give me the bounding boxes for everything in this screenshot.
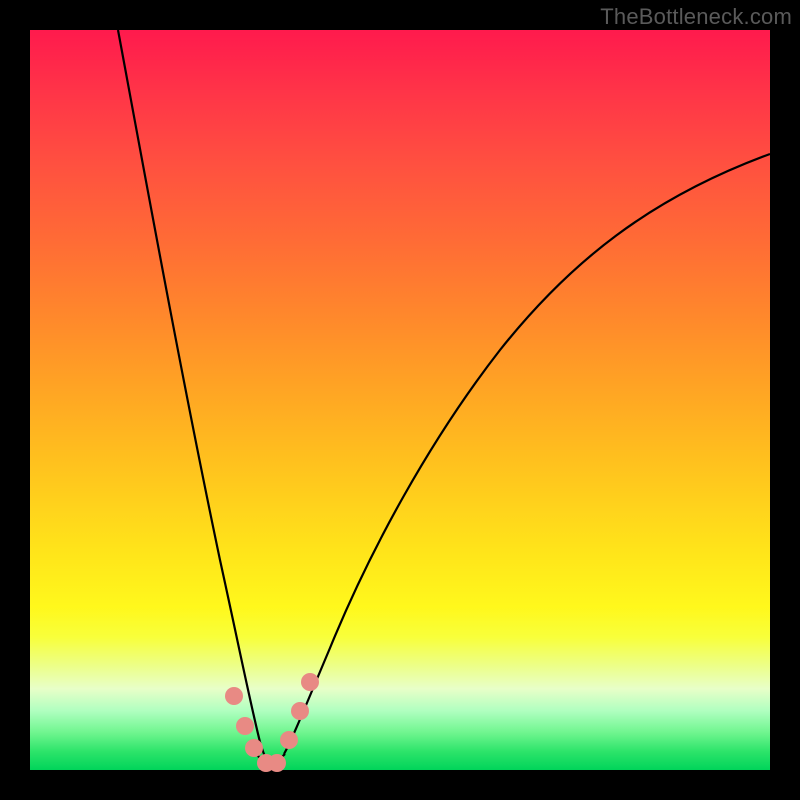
marker-dot — [301, 673, 319, 691]
marker-dot — [236, 717, 254, 735]
v-curve-left — [118, 30, 272, 767]
curve-layer — [30, 30, 770, 770]
marker-dot — [225, 687, 243, 705]
v-curve-right — [284, 154, 770, 754]
marker-dot — [280, 731, 298, 749]
valley-markers — [225, 673, 319, 772]
marker-dot — [245, 739, 263, 757]
chart-frame: TheBottleneck.com — [0, 0, 800, 800]
plot-area — [30, 30, 770, 770]
marker-dot — [291, 702, 309, 720]
marker-dot — [268, 754, 286, 772]
watermark-text: TheBottleneck.com — [600, 4, 792, 30]
